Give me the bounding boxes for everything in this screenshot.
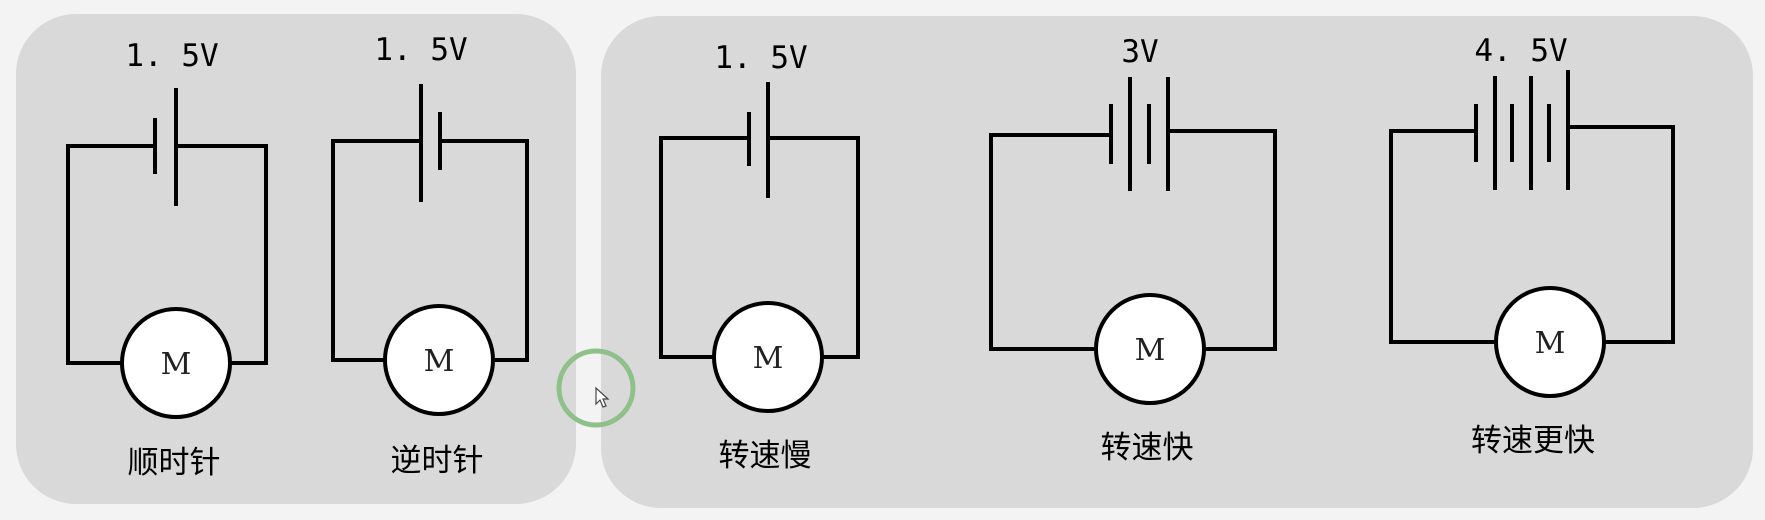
cursor-indicator [556, 348, 636, 428]
circuit-2-caption: 逆时针 [391, 443, 484, 479]
circuit-1-voltage-label: 1. 5V [125, 38, 218, 74]
circuit-3-motor-label: M [753, 341, 784, 376]
circuit-diagrams: M 1. 5V 顺时针 M 1. 5V 逆时针 M 1. 5V 转速慢 M 3V [66, 32, 1675, 481]
circuit-5-wire-left [1389, 129, 1498, 344]
circuit-4-wire-left [989, 133, 1113, 351]
circuit-3: M 1. 5V 转速慢 [659, 40, 860, 474]
circuit-5-voltage-label: 4. 5V [1474, 33, 1567, 69]
circuit-1: M 1. 5V 顺时针 [66, 38, 268, 481]
circuit-2: M 1. 5V 逆时针 [331, 32, 529, 479]
circuit-5-motor-label: M [1535, 326, 1566, 361]
circuit-2-motor-label: M [424, 344, 455, 379]
circuit-4: M 3V 转速快 [989, 34, 1277, 466]
circuit-3-caption: 转速慢 [719, 438, 812, 474]
circuit-5: M 4. 5V 转速更快 [1389, 33, 1675, 459]
circuit-4-motor-label: M [1135, 333, 1166, 368]
mouse-pointer-icon [595, 386, 610, 408]
circuit-1-caption: 顺时针 [128, 445, 221, 481]
circuit-5-caption: 转速更快 [1471, 423, 1595, 459]
circuit-4-voltage-label: 3V [1121, 34, 1158, 70]
circuit-3-voltage-label: 1. 5V [714, 40, 807, 76]
circuit-4-caption: 转速快 [1101, 430, 1194, 466]
circuit-1-motor-label: M [161, 347, 192, 382]
circuit-2-voltage-label: 1. 5V [374, 32, 467, 68]
